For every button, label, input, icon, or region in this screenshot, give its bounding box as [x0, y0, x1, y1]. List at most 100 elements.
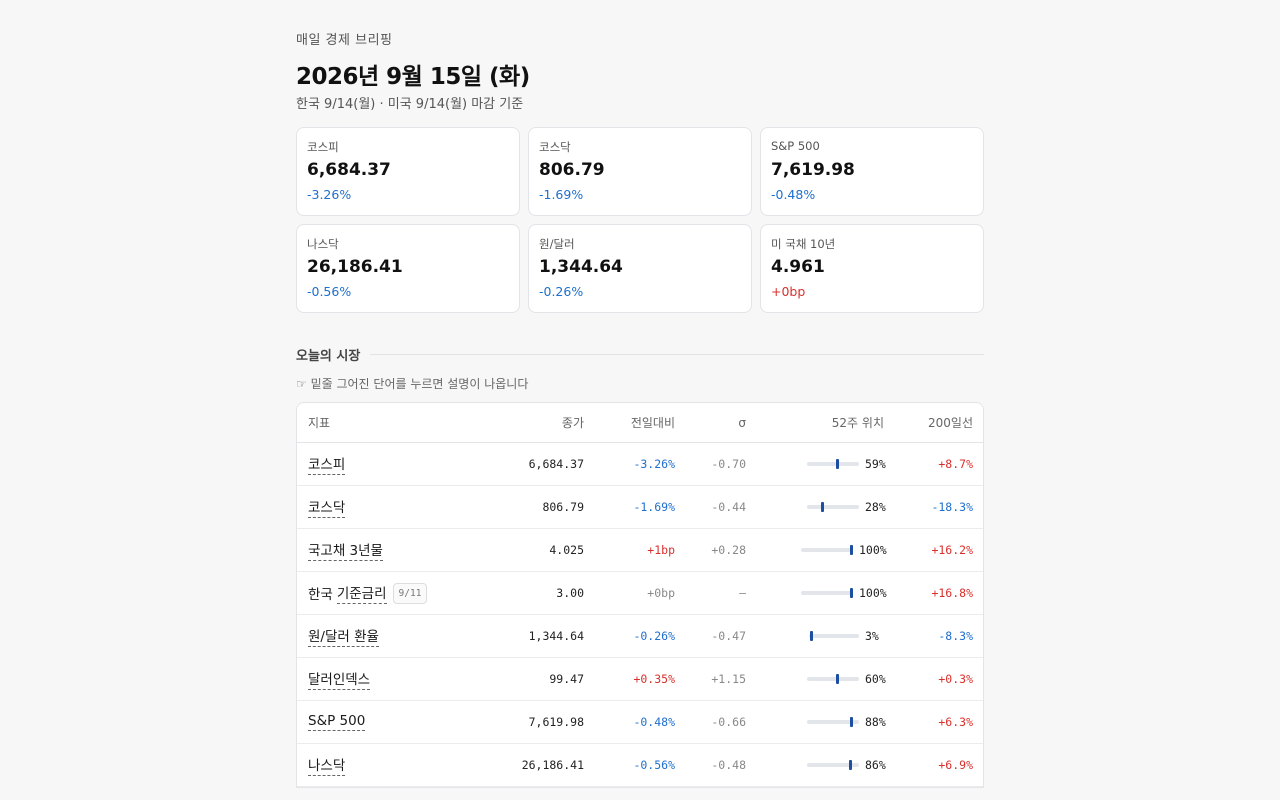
row-close: 7,619.98 [528, 715, 584, 729]
row-change: +0bp [647, 586, 675, 600]
range52-bar [801, 588, 853, 598]
col-header-change: 전일대비 [630, 416, 675, 430]
card-label: 미 국채 10년 [771, 237, 836, 251]
row-sigma: — [739, 586, 746, 600]
market-table: 지표 종가 전일대비 σ 52주 위치 200일선 코스피 6,684.37 -3.… [296, 402, 984, 788]
row-range52: 60% [746, 672, 886, 686]
row-name: 코스피 [297, 453, 499, 475]
card-value: 1,344.64 [539, 257, 623, 277]
row-close: 806.79 [542, 500, 584, 514]
range52-bar [807, 717, 859, 727]
range52-label: 86% [865, 758, 886, 772]
section-divider [370, 353, 984, 355]
table-row: S&P 500 7,619.98 -0.48% -0.66 88% +6.3% [297, 701, 983, 744]
col-header-range52: 52주 위치 [831, 416, 884, 430]
summary-card-ust10y: 미 국채 10년 4.961 +0bp [760, 224, 984, 313]
row-range52: 88% [746, 715, 886, 729]
range52-label: 60% [865, 672, 886, 686]
glossary-term-link[interactable]: 달러인덱스 [308, 668, 371, 690]
summary-card-kospi: 코스피 6,684.37 -3.26% [296, 127, 520, 216]
row-change: -0.26% [633, 629, 675, 643]
table-body: 코스피 6,684.37 -3.26% -0.70 59% +8.7% 코스닥 806.79 -… [297, 443, 983, 787]
table-row: 달러인덱스 99.47 +0.35% +1.15 60% +0.3% [297, 658, 983, 701]
table-row: 원/달러 환율 1,344.64 -0.26% -0.47 3% -8.3% [297, 615, 983, 658]
table-row: 코스피 6,684.37 -3.26% -0.70 59% +8.7% [297, 443, 983, 486]
table-row: 국고채 3년물 4.025 +1bp +0.28 100% +16.2% [297, 529, 983, 572]
card-value: 26,186.41 [307, 257, 403, 277]
date-badge: 9/11 [392, 582, 428, 604]
card-change: -0.56% [307, 284, 352, 299]
summary-card-kosdaq: 코스닥 806.79 -1.69% [528, 127, 752, 216]
row-name: 원/달러 환율 [297, 625, 499, 647]
row-sigma: -0.47 [711, 629, 746, 643]
glossary-term-link[interactable]: 코스피 [308, 453, 346, 475]
summary-card-nasdaq: 나스닥 26,186.41 -0.56% [296, 224, 520, 313]
row-close: 3.00 [556, 586, 584, 600]
range52-marker [849, 760, 852, 770]
glossary-term-link[interactable]: 기준금리 [336, 582, 387, 604]
card-value: 4.961 [771, 257, 825, 277]
row-name: 코스닥 [297, 496, 499, 518]
card-change: +0bp [771, 284, 806, 299]
card-label: S&P 500 [771, 139, 820, 153]
row-change: -3.26% [633, 457, 675, 471]
glossary-term-link[interactable]: 코스닥 [308, 496, 346, 518]
row-close: 4.025 [549, 543, 584, 557]
row-ma200: +16.2% [931, 543, 973, 557]
range52-label: 28% [865, 500, 886, 514]
row-ma200: -8.3% [938, 629, 973, 643]
card-label: 나스닥 [307, 237, 339, 251]
range52-marker [821, 502, 824, 512]
table-row: 나스닥 26,186.41 -0.56% -0.48 86% +6.9% [297, 744, 983, 787]
card-change: -0.26% [539, 284, 584, 299]
range52-bar [809, 631, 859, 641]
row-sigma: +0.28 [711, 543, 746, 557]
range52-label: 3% [865, 629, 879, 643]
row-range52: 100% [746, 543, 887, 557]
row-change: +1bp [647, 543, 675, 557]
row-name: 국고채 3년물 [297, 539, 499, 561]
row-close: 6,684.37 [528, 457, 584, 471]
row-name: S&P 500 [297, 713, 499, 731]
row-name-prefix: 한국 [308, 587, 333, 603]
row-ma200: +6.3% [938, 715, 973, 729]
card-label: 코스닥 [539, 140, 571, 154]
card-label: 원/달러 [539, 237, 575, 251]
row-name: 나스닥 [297, 754, 499, 776]
range52-label: 100% [859, 586, 887, 600]
glossary-term-link[interactable]: S&P 500 [308, 713, 366, 731]
card-label: 코스피 [307, 140, 339, 154]
row-name: 달러인덱스 [297, 668, 499, 690]
glossary-term-link[interactable]: 나스닥 [308, 754, 346, 776]
range52-bar [807, 760, 859, 770]
table-row: 코스닥 806.79 -1.69% -0.44 28% -18.3% [297, 486, 983, 529]
row-ma200: -18.3% [931, 500, 973, 514]
row-ma200: +16.8% [931, 586, 973, 600]
card-change: -1.69% [539, 187, 584, 202]
row-range52: 100% [746, 586, 887, 600]
card-value: 6,684.37 [307, 160, 391, 180]
row-sigma: -0.44 [711, 500, 746, 514]
range52-marker [850, 717, 853, 727]
row-change: -1.69% [633, 500, 675, 514]
row-range52: 59% [746, 457, 886, 471]
section-title: 오늘의 시장 [296, 348, 361, 364]
col-header-close: 종가 [561, 416, 584, 430]
col-header-sigma: σ [738, 415, 746, 430]
range52-marker [850, 545, 853, 555]
row-range52: 3% [746, 629, 884, 643]
glossary-hint: ☞ 밑줄 그어진 단어를 누르면 설명이 나옵니다 [296, 377, 529, 391]
row-sigma: +1.15 [711, 672, 746, 686]
summary-card-sp500: S&P 500 7,619.98 -0.48% [760, 127, 984, 216]
briefing-kicker: 매일 경제 브리핑 [296, 33, 393, 48]
row-sigma: -0.48 [711, 758, 746, 772]
page-title: 2026년 9월 15일 (화) [296, 64, 530, 90]
glossary-term-link[interactable]: 국고채 3년물 [308, 539, 383, 561]
market-section-header: 오늘의 시장 [296, 345, 984, 364]
row-range52: 86% [746, 758, 886, 772]
range52-bar [807, 502, 859, 512]
glossary-term-link[interactable]: 원/달러 환율 [308, 625, 379, 647]
row-change: -0.48% [633, 715, 675, 729]
row-close: 1,344.64 [528, 629, 584, 643]
row-sigma: -0.70 [711, 457, 746, 471]
